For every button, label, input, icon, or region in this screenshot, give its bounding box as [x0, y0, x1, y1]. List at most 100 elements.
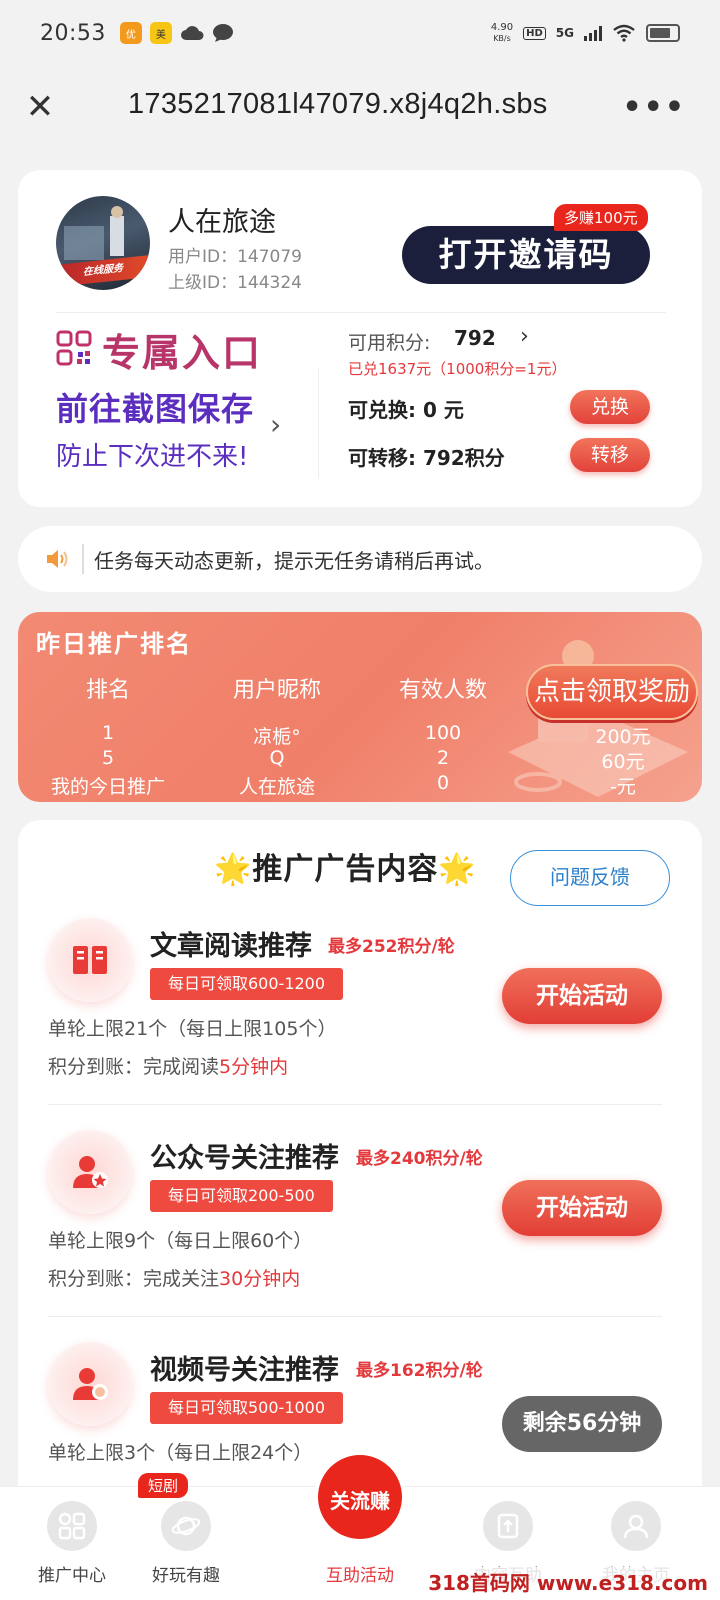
status-time: 20:53: [40, 20, 106, 46]
more-icon[interactable]: •••: [622, 90, 686, 125]
count-cell: 100: [424, 722, 462, 744]
avatar[interactable]: 在线服务: [56, 196, 150, 290]
nickname-cell: 凉栀°: [253, 726, 301, 748]
save-screenshot-link[interactable]: 前往截图保存: [56, 384, 254, 430]
nickname-cell: 人在旅途: [238, 776, 315, 798]
user-card: 在线服务 人在旅途 用户ID：147079 上级ID：144324 打开邀请码 …: [18, 170, 702, 507]
nav-label: 互助活动: [326, 1566, 394, 1586]
chevron-right-icon[interactable]: ›: [270, 408, 281, 441]
status-indicators: 4.90 KB/s HD 5G: [491, 22, 680, 44]
wifi-icon: [613, 24, 635, 42]
vertical-divider: [318, 368, 319, 478]
reward-cell: -元: [610, 776, 636, 798]
divider: [56, 312, 666, 313]
task-limit: 单轮上限21个（每日上限105个）: [48, 1018, 337, 1040]
invite-bonus-badge: 多赚100元: [554, 204, 648, 231]
bottom-nav: 推广中心 好玩有趣 短剧 关流赚 互助活动 内容互助 我的主页 318首码网 w…: [0, 1451, 720, 1600]
task-item: 公众号关注推荐 最多240积分/轮 每日可领取200-500 单轮上限9个（每日…: [18, 1130, 702, 1340]
nav-item-promotion-center[interactable]: 推广中心: [12, 1501, 132, 1586]
task-max-points: 最多240积分/轮: [356, 1149, 483, 1169]
close-icon[interactable]: ✕: [22, 90, 58, 126]
count-cell: 2: [436, 747, 450, 769]
divider: [48, 1104, 662, 1105]
task-item: 文章阅读推荐 最多252积分/轮 每日可领取600-1200 单轮上限21个（每…: [18, 918, 702, 1128]
battery-icon: [646, 24, 680, 42]
header-valid-count: 有效人数: [398, 678, 487, 703]
remaining-time-button[interactable]: 剩余56分钟: [502, 1396, 662, 1452]
nav-item-fun[interactable]: 好玩有趣: [126, 1501, 246, 1586]
divider: [82, 544, 84, 574]
arrival-time: 5分钟内: [219, 1056, 289, 1078]
page-url: 1735217081l47079.x8j4q2h.sbs: [128, 88, 548, 120]
cloud-icon: [180, 26, 204, 40]
count-cell: 0: [436, 772, 450, 794]
star-icon: 🌟: [438, 852, 477, 887]
net-speed: 4.90 KB/s: [491, 22, 513, 44]
qr-code-icon: [56, 330, 92, 366]
notice-bar: 任务每天动态更新，提示无任务请稍后再试。: [18, 526, 702, 592]
divider: [48, 1316, 662, 1317]
task-max-points: 最多162积分/轮: [356, 1361, 483, 1381]
arrival-prefix: 积分到账：完成关注: [48, 1268, 220, 1290]
user-icon: [611, 1501, 661, 1551]
user-id: 用户ID：147079: [168, 247, 302, 267]
net-speed-value: 4.90: [490, 22, 514, 33]
hd-badge: HD: [523, 26, 546, 40]
arrival-time: 30分钟内: [219, 1268, 301, 1290]
task-name: 公众号关注推荐: [150, 1143, 339, 1174]
task-limit: 单轮上限9个（每日上限60个）: [48, 1230, 313, 1252]
available-points-label: 可用积分:: [348, 332, 431, 354]
available-points-value: 792: [454, 326, 496, 350]
exchangeable-amount: 可兑换: 0 元: [348, 398, 464, 422]
browser-title-bar: ✕ 1735217081l47079.x8j4q2h.sbs •••: [0, 66, 720, 152]
app-notification-icon: 优: [119, 22, 142, 44]
section-title-text: 推广广告内容: [252, 852, 439, 887]
open-invite-code-button[interactable]: 打开邀请码: [402, 226, 650, 284]
task-daily-range: 每日可领取500-1000: [150, 1392, 344, 1424]
notice-text: 任务每天动态更新，提示无任务请稍后再试。: [94, 549, 494, 573]
book-icon: [48, 918, 132, 1002]
task-limit: 单轮上限3个（每日上限24个）: [48, 1442, 313, 1464]
exchange-button[interactable]: 兑换: [570, 390, 650, 424]
chat-bubble-icon: [212, 24, 233, 42]
rank-cell: 5: [101, 747, 115, 769]
start-activity-button[interactable]: 开始活动: [502, 1180, 662, 1236]
section-title: 🌟推广广告内容🌟: [214, 844, 477, 888]
user-name: 人在旅途: [168, 207, 276, 238]
nav-label: 推广中心: [38, 1566, 106, 1586]
reward-cell: 60元: [601, 751, 645, 773]
star-icon: 🌟: [214, 852, 253, 887]
chevron-right-icon[interactable]: ›: [520, 324, 529, 349]
app-notification-icon: 美: [149, 22, 172, 44]
feedback-button[interactable]: 问题反馈: [510, 850, 670, 906]
net-speed-unit: KB/s: [493, 34, 511, 43]
nav-item-mutual-activity[interactable]: 互助活动: [300, 1501, 420, 1586]
task-arrival: 积分到账：完成阅读5分钟内: [48, 1052, 288, 1079]
task-arrival: 积分到账：完成关注30分钟内: [48, 1264, 300, 1291]
drama-tag-badge: 短剧: [138, 1473, 189, 1498]
exclusive-entry-title: 专属入口: [102, 331, 263, 375]
claim-reward-button[interactable]: 点击领取奖励: [526, 664, 698, 720]
rank-cell: 我的今日推广: [50, 776, 165, 798]
task-name: 视频号关注推荐: [150, 1355, 339, 1386]
start-activity-button[interactable]: 开始活动: [502, 968, 662, 1024]
transfer-button[interactable]: 转移: [570, 438, 650, 472]
redeemed-note: 已兑1637元（1000积分=1元）: [348, 360, 567, 378]
grid-icon: [47, 1501, 97, 1551]
parent-id: 上级ID：144324: [168, 273, 302, 293]
rank-cell: 1: [101, 722, 115, 744]
ranking-panel: 昨日推广排名 排名 用户昵称 有效人数 点击领取奖励 1 凉栀° 100 200…: [18, 612, 702, 802]
entry-hint: 防止下次进不来!: [56, 442, 249, 472]
transferable-amount: 可转移: 792积分: [348, 446, 505, 470]
task-daily-range: 每日可领取600-1200: [150, 968, 344, 1000]
signal-icon: [584, 25, 602, 41]
task-name: 文章阅读推荐: [150, 931, 312, 962]
planet-icon: [161, 1501, 211, 1551]
arrival-prefix: 积分到账：完成阅读: [48, 1056, 220, 1078]
upload-icon: [483, 1501, 533, 1551]
user-follow-icon: [48, 1130, 132, 1214]
site-watermark: 318首码网 www.e318.com: [424, 1567, 712, 1596]
header-rank: 排名: [85, 678, 130, 703]
status-app-icons: 优 美: [119, 22, 234, 44]
